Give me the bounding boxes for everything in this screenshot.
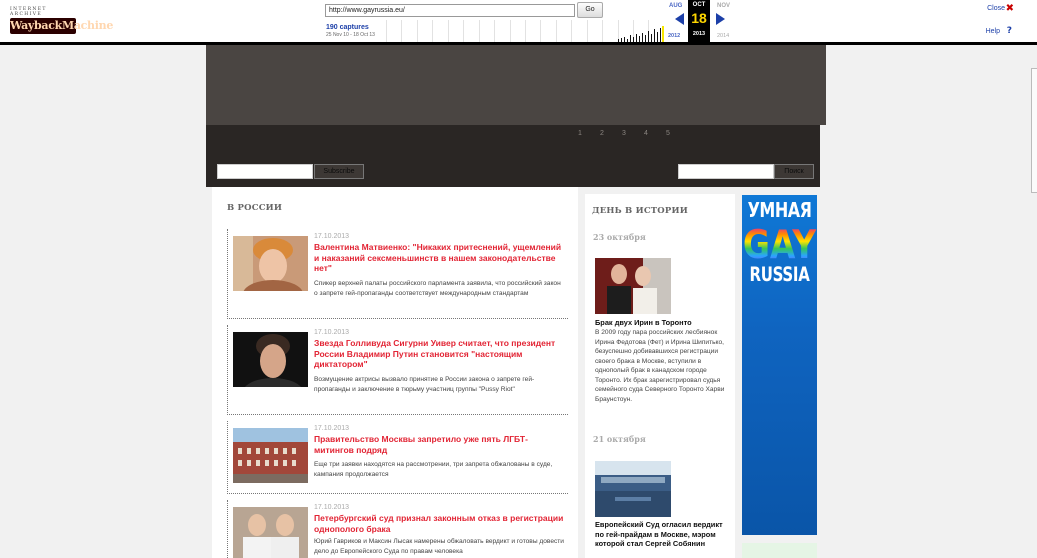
smart-gay-russia-banner[interactable]: УМНАЯ GAY RUSSIA (742, 195, 817, 535)
spark-year-cell (571, 20, 586, 42)
spark-year-cell (416, 20, 432, 42)
spark-year-cell (494, 20, 509, 42)
prev-capture-arrow-icon[interactable] (675, 13, 684, 25)
article-headline-link[interactable]: Звезда Голливуда Сигурни Уивер считает, … (314, 338, 564, 370)
banner-line3: RUSSIA (749, 262, 810, 287)
captures-range: 25 Nov 10 - 18 Oct 13 (326, 32, 375, 38)
divider (227, 414, 568, 415)
history-body: В 2009 году пара российских лесбиянок Ир… (595, 329, 725, 403)
search-input[interactable] (678, 164, 774, 179)
divider (227, 500, 228, 558)
banner-line2: GAY (742, 221, 817, 268)
wayback-logo-main: WaybackMachine (10, 18, 114, 34)
spark-year-cell (447, 20, 463, 42)
history-date: 23 октября (593, 232, 646, 242)
current-year: 2013 (692, 31, 706, 37)
spark-year-cell (463, 20, 478, 42)
article-date: 17.10.2013 (314, 504, 350, 511)
article-date: 17.10.2013 (314, 329, 350, 336)
section-title: В РОССИИ (227, 203, 283, 213)
spark-year-cell (555, 20, 571, 42)
help-icon[interactable]: ? (1007, 26, 1012, 36)
spark-year-cell (401, 20, 416, 42)
wayback-go-button[interactable]: Go (577, 2, 603, 18)
article-headline-link[interactable]: Правительство Москвы запретило уже пять … (314, 434, 564, 455)
article-summary: Возмущение актрисы вызвало принятие в Ро… (314, 376, 535, 393)
spark-year-cell (524, 20, 540, 42)
divider (227, 325, 228, 415)
current-day: 18 (691, 10, 707, 26)
divider (227, 421, 228, 494)
subscribe-button[interactable]: Subscribe (314, 164, 364, 179)
spark-year-cell (478, 20, 494, 42)
search-button[interactable]: Поиск (774, 164, 814, 179)
wayback-logo-top: INTERNET ARCHIVE (10, 7, 47, 17)
divider (227, 318, 568, 319)
article-date: 17.10.2013 (314, 425, 350, 432)
article-thumbnail[interactable] (233, 332, 308, 387)
spark-year-cell (386, 20, 401, 42)
section-title: ДЕНЬ В ИСТОРИИ (592, 206, 688, 216)
article-summary: Юрий Гавриков и Максин Лысак намерены об… (314, 538, 564, 555)
captures-count-link[interactable]: 190 captures (326, 24, 375, 32)
banner-line1: УМНАЯ (747, 197, 812, 223)
slide-link[interactable]: 4 (644, 130, 648, 137)
article-item: 17.10.2013 Звезда Голливуда Сигурни Уиве… (227, 325, 568, 415)
history-thumbnail[interactable] (595, 461, 671, 517)
side-panel-edge (1031, 68, 1037, 193)
history-date: 21 октября (593, 434, 646, 444)
slide-link[interactable]: 1 (578, 130, 582, 137)
current-month: OCT (692, 2, 706, 8)
history-thumbnail[interactable] (595, 258, 671, 314)
spark-year-cell (586, 20, 602, 42)
article-date: 17.10.2013 (314, 233, 350, 240)
slide-link[interactable]: 2 (600, 130, 604, 137)
divider (227, 229, 228, 319)
news-column: В РОССИИ 17.10.2013 Валентина Матвиенко:… (212, 187, 578, 558)
close-icon[interactable]: ✖ (1006, 3, 1014, 14)
help-link[interactable]: Help (986, 28, 1000, 35)
wayback-captures: 190 captures 25 Nov 10 - 18 Oct 13 (326, 24, 375, 39)
wayback-toolbar: INTERNET ARCHIVE WaybackMachine http://w… (0, 0, 1037, 45)
spark-year-cell (540, 20, 555, 42)
capture-histogram (616, 26, 664, 42)
article-thumbnail[interactable] (233, 428, 308, 483)
slide-link[interactable]: 3 (622, 130, 626, 137)
close-link[interactable]: Close (987, 5, 1005, 12)
article-item: 17.10.2013 Петербургский суд признал зак… (227, 500, 568, 558)
article-headline-link[interactable]: Валентина Матвиенко: "Никаких притеснени… (314, 242, 564, 274)
spark-year-cell (432, 20, 447, 42)
history-title-link[interactable]: Европейский Суд огласил вердикт по гей-п… (595, 520, 730, 549)
secondary-banner[interactable] (742, 543, 817, 558)
history-title-link[interactable]: Брак двух Ирин в Торонто (595, 318, 730, 328)
article-summary: Еще три заявки находятся на рассмотрении… (314, 461, 553, 478)
subscribe-email-input[interactable] (217, 164, 313, 179)
next-year-label: 2014 (717, 33, 730, 39)
slide-link[interactable]: 5 (666, 130, 670, 137)
header-slideshow (206, 45, 826, 125)
next-capture-arrow-icon[interactable] (716, 13, 725, 25)
article-item: 17.10.2013 Валентина Матвиенко: "Никаких… (227, 229, 568, 319)
next-month-label: NOV (717, 3, 731, 9)
current-capture-date: OCT 18 2013 (688, 0, 710, 42)
header-bar: 1 2 3 4 5 Subscribe Поиск (206, 125, 820, 187)
spark-year-cell (509, 20, 525, 42)
article-summary: Спикер верхней палаты российского парлам… (314, 280, 561, 297)
prev-year-link[interactable]: 2012 (668, 33, 680, 39)
article-headline-link[interactable]: Петербургский суд признал законным отказ… (314, 513, 564, 534)
history-column: ДЕНЬ В ИСТОРИИ 23 октября Брак двух Ирин… (585, 194, 735, 558)
article-item: 17.10.2013 Правительство Москвы запретил… (227, 421, 568, 494)
article-thumbnail[interactable] (233, 507, 308, 558)
divider (227, 493, 568, 494)
wayback-url-input[interactable]: http://www.gayrussia.eu/ (325, 4, 575, 17)
prev-month-link[interactable]: AUG (669, 3, 682, 9)
wayback-logo[interactable]: INTERNET ARCHIVE WaybackMachine (10, 7, 114, 34)
article-thumbnail[interactable] (233, 236, 308, 291)
